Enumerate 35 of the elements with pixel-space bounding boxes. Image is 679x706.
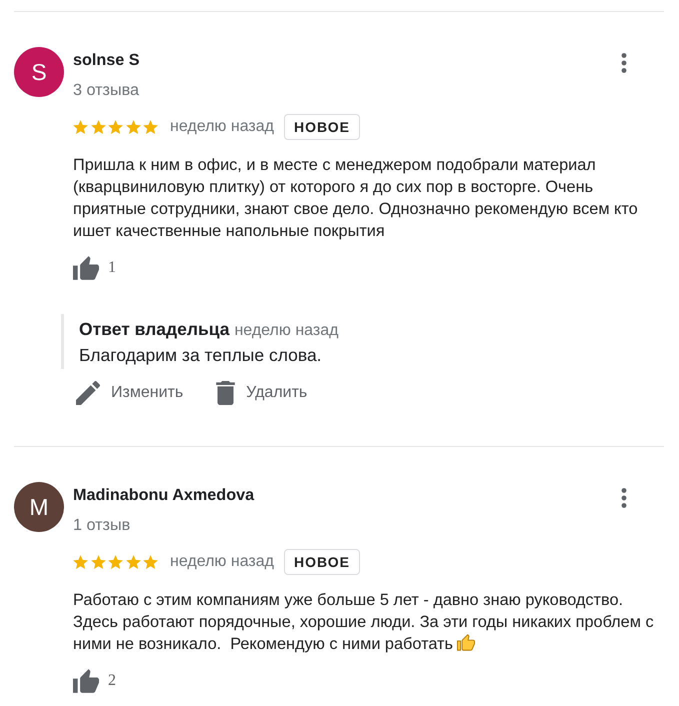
author-name[interactable]: solnse S (73, 49, 140, 71)
star-icon (108, 555, 123, 569)
thumbs-up-icon (73, 256, 99, 280)
review-date: неделю назад (170, 117, 274, 137)
edit-button[interactable]: Изменить (76, 377, 184, 409)
like-button[interactable]: 1 (73, 252, 116, 284)
avatar[interactable]: S (14, 47, 64, 97)
star-icon (143, 555, 158, 569)
review-count: 3 отзыва (73, 80, 140, 101)
more-options-icon[interactable] (621, 488, 627, 508)
more-options-icon[interactable] (621, 53, 627, 73)
trash-icon (216, 381, 236, 405)
owner-reply-text: Благодарим за теплые слова. (79, 344, 322, 367)
review-text: Пришла к ним в офис, и в месте с менеджером подобрали материал (кварцвиниловую плитку) от которого я до сих пор в восторге. Очень приятные сотрудники, знают свое дело. Однозначно рекомендую всем кто ишет качественные напольные покрытия (73, 156, 639, 240)
new-label: НОВОЕ (284, 114, 360, 140)
star-icon (73, 120, 88, 134)
reply-date: неделю назад (234, 322, 338, 339)
pencil-icon (76, 381, 100, 405)
delete-button[interactable]: Удалить (216, 377, 308, 409)
like-button[interactable]: 2 (73, 665, 116, 697)
star-icon (108, 120, 123, 134)
review-date: неделю назад (170, 552, 274, 572)
star-icon (126, 120, 140, 134)
review-count: 1 отзыв (73, 515, 130, 536)
star-icon (90, 555, 106, 569)
star-icon (90, 120, 106, 134)
new-label: НОВОЕ (284, 549, 360, 575)
thumbs-up-icon (73, 669, 99, 693)
star-icon (126, 555, 140, 569)
star-icon (73, 555, 88, 569)
avatar[interactable]: M (14, 482, 64, 532)
author-name[interactable]: Madinabonu Axmedova (73, 484, 254, 506)
review-text: Работаю с этим компаниям уже больше 5 лет - давно знаю руководство. Здесь работают порядочные, хорошие люди. За эти годы никаких проблем с ними не возникало. Рекомендую с ними работать (73, 591, 655, 653)
star-icon (143, 120, 158, 134)
owner-reply-label: Ответ владельца (79, 319, 230, 339)
